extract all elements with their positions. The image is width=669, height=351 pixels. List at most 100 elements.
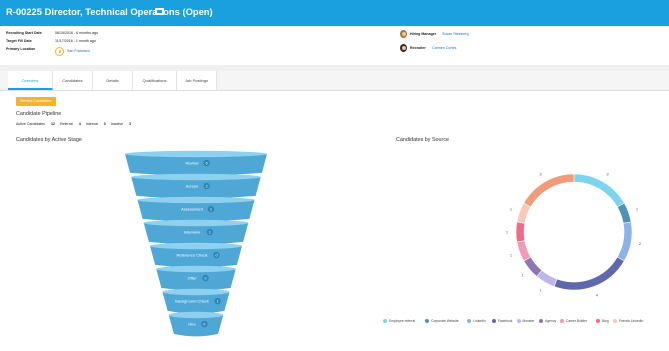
donut-slice (616, 202, 632, 224)
donut-slice-label: 1 (510, 207, 513, 212)
legend-item: LinkedIn (467, 319, 486, 323)
recruiter-link[interactable]: Carmen Cortes (432, 46, 456, 50)
funnel-stage-body (137, 200, 255, 222)
review-candidates-button[interactable]: Review Candidates (16, 97, 56, 106)
funnel-stage-count-bg (203, 159, 210, 167)
stat-inactive-label: Inactive (110, 122, 124, 126)
funnel-stage-top (143, 219, 249, 227)
legend-label: Corporate Website (431, 319, 459, 323)
donut-slice (516, 202, 532, 224)
legend-swatch (467, 319, 472, 323)
legend-swatch (491, 319, 496, 323)
legend-item: Monster (516, 319, 535, 323)
legend-label: Employee referral (389, 319, 416, 323)
pipeline-stats: Active Candidates 12 Referral 4 Internal 0 … (16, 122, 135, 126)
donut-slice-label: 1 (506, 230, 509, 235)
donut-slice (523, 256, 543, 277)
funnel-stage-top (168, 311, 224, 319)
funnel-stage-label: Interview (184, 229, 200, 234)
donut-slice (616, 221, 633, 262)
hiring-manager-avatar (400, 30, 407, 38)
funnel-stage-count: 0 (216, 253, 218, 257)
funnel-stage-top (131, 173, 261, 181)
legend-label: Friends LinkedIn (618, 319, 644, 323)
recruiting-start-label: Recruiting Start Date (6, 31, 42, 35)
stat-internal-label: Internal (85, 122, 98, 126)
legend-label: Bing (602, 319, 609, 323)
funnel-stage-label: Assessment (181, 206, 204, 211)
legend-swatch (516, 319, 521, 323)
funnel-stage-label: Background Check (175, 298, 209, 303)
primary-location-link[interactable]: San Francisco (67, 49, 90, 53)
funnel-stage-label: Hire (188, 321, 196, 326)
donut-slice (515, 221, 526, 243)
legend-item: Corporate Website (425, 319, 459, 323)
location-pin-icon (55, 47, 64, 56)
funnel-stage-label: Offer (188, 275, 197, 280)
legend-label: Facebook (497, 319, 513, 323)
donut-slice-label: 3 (539, 171, 542, 176)
primary-location-label: Primary Location (6, 47, 36, 51)
funnel-stage-top (162, 288, 230, 296)
funnel-stage-count: 0 (203, 322, 205, 326)
legend-label: Career Builder (565, 319, 588, 323)
funnel-stage-count: 1 (217, 299, 219, 303)
donut-slice-label: 4 (596, 292, 599, 297)
donut-slice-label: 2 (639, 241, 642, 246)
funnel-stage: Reference Check 0 (150, 242, 242, 268)
funnel-stage-label: Screen (186, 183, 199, 188)
tab-qualifications[interactable]: Qualifications (133, 71, 177, 90)
source-donut-chart: 3 1 2 4 1 1 1 1 1 3 (506, 171, 642, 297)
legend-item: Career Builder (559, 319, 588, 323)
donut-slice (573, 173, 625, 208)
legend-label: Monster (522, 319, 535, 323)
funnel-stage: Review 6 (125, 150, 267, 176)
legend-swatch (425, 319, 430, 323)
funnel-stage-top (125, 150, 267, 158)
donut-slice (553, 256, 625, 291)
legend-item: Facebook (491, 319, 513, 323)
source-chart-title: Candidates by Source (396, 137, 450, 143)
funnel-stage-body (131, 177, 261, 199)
funnel-stage-count-bg (207, 205, 215, 213)
recruiter-label: Recruiter (410, 46, 426, 50)
recruiter-avatar (400, 44, 407, 52)
funnel-stage: Screen 2 (131, 173, 261, 199)
funnel-stage-body (168, 315, 224, 337)
hiring-manager-link[interactable]: Susan Steinberg (442, 32, 469, 36)
stage-chart-title: Candidates by Active Stage (16, 137, 82, 143)
legend-swatch (383, 319, 387, 323)
funnel-stage-body (143, 223, 249, 245)
legend-item: Employee referral (383, 319, 415, 323)
recruiting-start-value: 08/19/2016 - 6 months ago (55, 31, 98, 35)
funnel-stage: Background Check 1 (162, 288, 230, 314)
funnel-stage: Hire 0 (168, 311, 224, 337)
pipeline-title: Candidate Pipeline (16, 111, 62, 117)
funnel-stage-body (162, 292, 230, 314)
donut-slice-label: 3 (606, 171, 609, 176)
tab-details[interactable]: Details (93, 71, 133, 90)
stat-referral-label: Referral (59, 122, 73, 126)
legend-label: Agency (545, 319, 557, 323)
funnel-stage-count: 6 (206, 161, 208, 165)
funnel-stage-count-bg (206, 228, 214, 236)
stat-inactive-value: 3 (129, 122, 132, 126)
donut-slice-label: 1 (539, 288, 542, 293)
donut-slice (516, 240, 532, 262)
stage-funnel-chart: Review 6 Screen 2 Assessment 1 Interview 1 Refer… (125, 150, 267, 337)
legend-label: LinkedIn (473, 319, 486, 323)
donut-slice-label: 1 (510, 252, 513, 257)
funnel-stage-body (156, 269, 236, 291)
stat-active-label: Active Candidates (16, 122, 45, 126)
tab-overview[interactable]: Overview (8, 71, 53, 90)
funnel-stage-count: 2 (206, 184, 208, 188)
stat-referral-value: 4 (78, 122, 81, 126)
tab-job-postings[interactable]: Job Postings (177, 71, 217, 90)
page-title: R-00225 Director, Technical Operations (… (6, 6, 213, 17)
funnel-stage-label: Reference Check (177, 252, 208, 257)
stat-active-value: 12 (50, 122, 55, 126)
funnel-stage-count: 0 (205, 276, 207, 280)
tab-candidates[interactable]: Candidates (53, 71, 93, 90)
legend-item: Bing (596, 319, 609, 323)
legend-swatch (612, 319, 617, 323)
